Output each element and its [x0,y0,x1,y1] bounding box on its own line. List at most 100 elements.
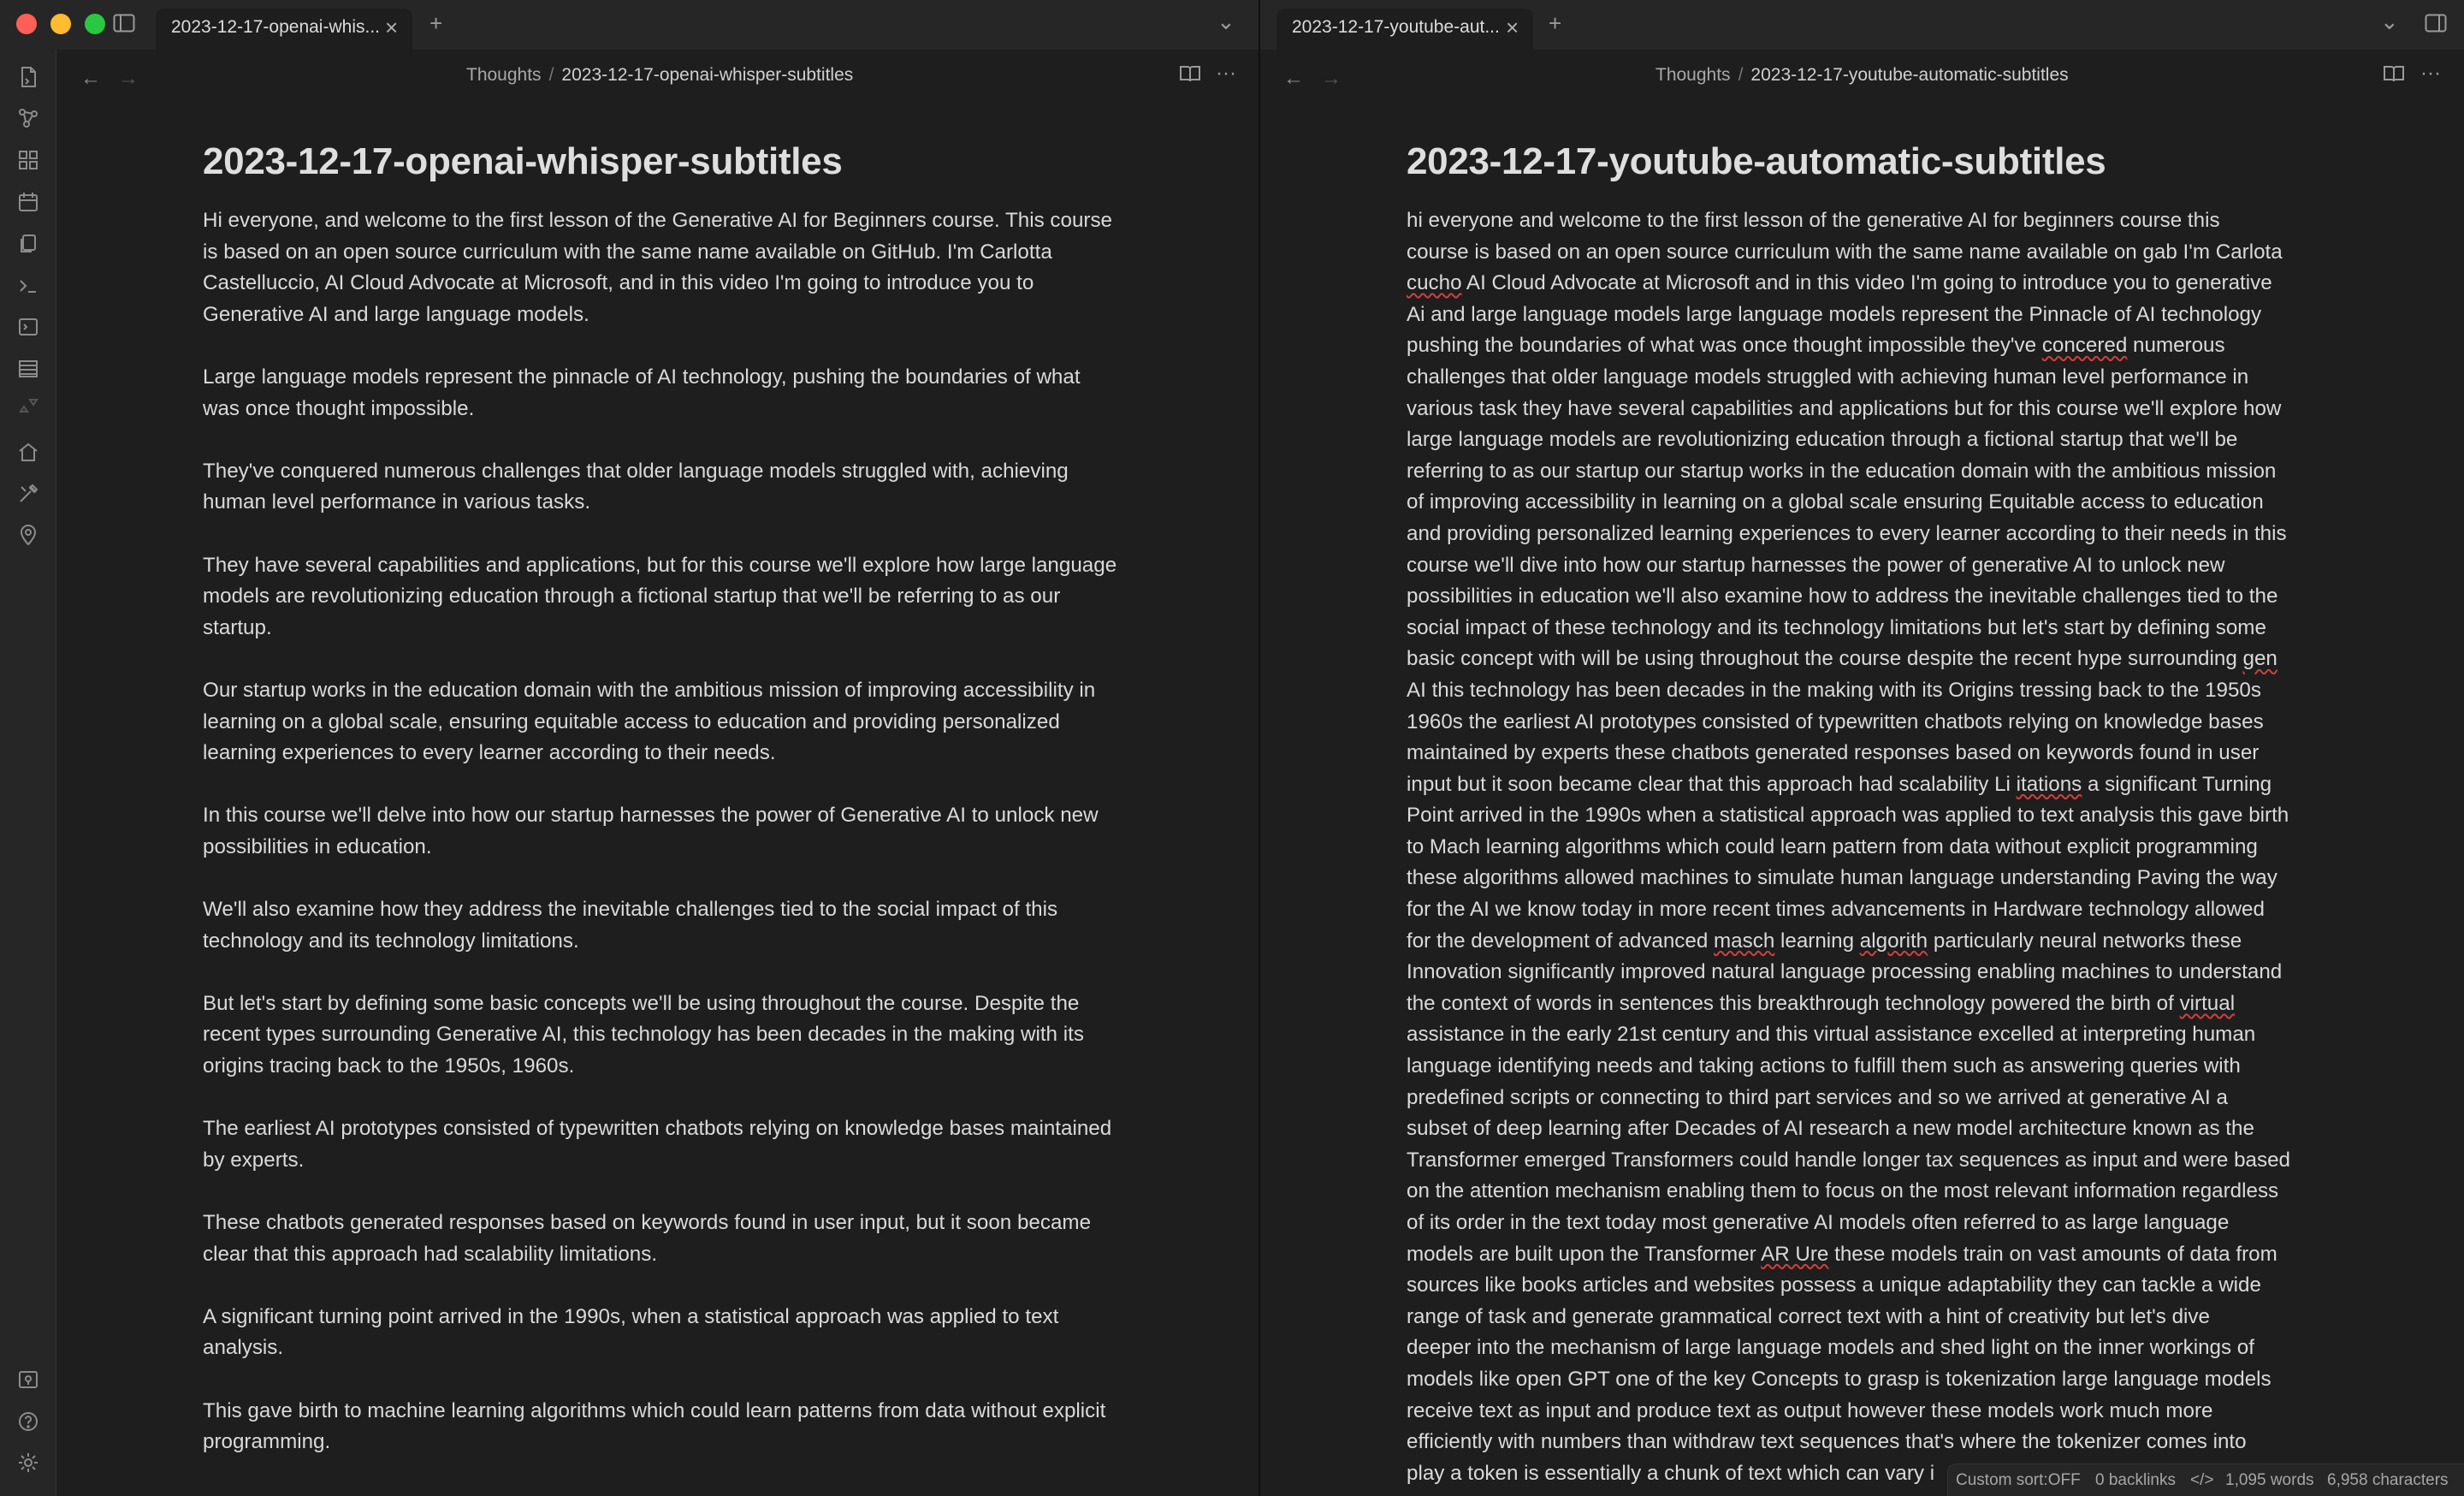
text-segment: language identifying needs and taking ac… [1407,1054,2241,1078]
text-segment: referring to as our startup our startup … [1407,459,2277,483]
text-line: 1960s the earliest AI prototypes consist… [1407,707,2320,739]
custom-sort-status[interactable]: Custom sort:OFF [1956,1471,2081,1490]
text-line: maintained by experts these chatbots gen… [1407,738,2320,769]
editor-pane-right: ← → Thoughts / 2023-12-17-youtube-automati… [1260,50,2464,1496]
command-palette-icon[interactable] [16,315,40,339]
misspelled-word[interactable]: AR Ure [1761,1243,1828,1266]
breadcrumb: Thoughts / 2023-12-17-openai-whisper-subti… [466,65,853,86]
close-tab-icon[interactable]: × [385,15,398,39]
text-line: Ai and large language models large langu… [1407,300,2320,331]
note-title[interactable]: 2023-12-17-youtube-automatic-subtitles [1407,140,2106,183]
note-body[interactable]: hi everyone and welcome to the first les… [1407,205,2320,1489]
text-segment: play a token is essentially a chunk of t… [1407,1461,1935,1485]
tab-openai-whisper[interactable]: 2023-12-17-openai-whis... × [156,9,412,50]
paragraph: But let's start by defining some basic c… [203,991,1084,1078]
text-line: pushing the boundaries of what was once … [1407,330,2320,362]
text-segment: receive text as input and produce text a… [1407,1398,2213,1422]
note-body[interactable]: Hi everyone, and welcome to the first le… [203,205,1118,1489]
tools-icon[interactable] [16,482,40,506]
breadcrumb-folder[interactable]: Thoughts [466,65,542,85]
tab-list-chevron-icon[interactable]: ⌄ [2380,9,2399,34]
forward-arrow-icon[interactable]: → [118,67,139,91]
misspelled-word[interactable]: algorith [1860,929,1928,953]
more-options-icon[interactable]: ··· [1216,62,1236,86]
text-segment: the context of words in sentences this b… [1407,991,2180,1015]
vault-switcher-icon[interactable] [16,1368,40,1392]
text-segment: and providing personalized learning expe… [1407,521,2287,545]
open-quick-switcher-icon[interactable] [16,65,40,89]
text-segment: range of task and generate grammatical c… [1407,1304,2210,1328]
zoom-window-button[interactable] [85,14,105,34]
forward-arrow-icon[interactable]: → [1321,67,1342,91]
paragraph: They have several capabilities and appli… [203,553,1117,639]
minimize-window-button[interactable] [50,14,71,34]
reading-view-book-icon[interactable] [2383,63,2405,90]
text-segment: of its order in the text today most gene… [1407,1211,2230,1234]
tab-title: 2023-12-17-youtube-aut... [1292,17,1500,37]
table-icon[interactable] [16,357,40,381]
text-line: models like open GPT one of the key Conc… [1407,1364,2320,1396]
text-line: course is based on an open source curric… [1407,237,2320,269]
text-segment: input but it soon became clear that this… [1407,772,2017,796]
settings-gear-icon[interactable] [16,1451,40,1475]
text-segment: assistance in the early 21st century and… [1407,1023,2256,1047]
backlinks-count[interactable]: 0 backlinks [2095,1471,2176,1490]
text-segment: numerous [2127,334,2225,358]
text-line: efficiently with numbers than withdraw t… [1407,1427,2320,1458]
paragraph: This gave birth to machine learning algo… [203,1398,1106,1454]
text-segment: large language models are revolutionizin… [1407,428,2238,452]
text-segment: pushing the boundaries of what was once … [1407,334,2042,358]
right-sidebar-toggle-icon[interactable] [2425,12,2447,38]
back-arrow-icon[interactable]: ← [80,67,101,91]
text-line: course we'll dive into how our startup h… [1407,550,2320,582]
text-line: Transformer emerged Transformers could h… [1407,1145,2320,1177]
new-tab-icon[interactable]: + [429,10,442,36]
home-icon[interactable] [16,440,40,464]
tab-list-chevron-icon[interactable]: ⌄ [1217,9,1235,34]
text-line: models are built upon the Transformer AR… [1407,1239,2320,1271]
paragraph: Hi everyone, and welcome to the first le… [203,209,1112,326]
misspelled-word[interactable]: cucho [1407,271,1462,294]
misspelled-word[interactable]: virtual [2180,992,2236,1015]
text-segment: Point arrived in the 1990s when a statis… [1407,804,2289,828]
source-mode-icon[interactable]: </> [2190,1471,2213,1490]
breadcrumb-note[interactable]: 2023-12-17-youtube-automatic-subtitles [1750,65,2068,85]
text-line: various task they have several capabilit… [1407,394,2320,425]
calendar-icon[interactable] [16,190,40,214]
more-options-icon[interactable]: ··· [2420,62,2441,86]
breadcrumb-separator: / [1738,65,1744,85]
breadcrumb: Thoughts / 2023-12-17-youtube-automatic-su… [1656,65,2069,86]
tab-youtube-automatic[interactable]: 2023-12-17-youtube-aut... × [1276,9,1533,50]
note-title[interactable]: 2023-12-17-openai-whisper-subtitles [203,140,843,183]
misspelled-word[interactable]: concered [2042,334,2128,357]
canvas-icon[interactable] [16,148,40,172]
templates-icon[interactable] [16,232,40,256]
sidebar-toggle-icon[interactable] [111,12,137,38]
breadcrumb-note[interactable]: 2023-12-17-openai-whisper-subtitles [561,65,853,85]
paragraph: We'll also examine how they address the … [203,898,1058,953]
misspelled-word[interactable]: gen [2243,647,2277,670]
text-line: language identifying needs and taking ac… [1407,1051,2320,1083]
misspelled-word[interactable]: itations [2017,773,2082,796]
paragraph: The earliest AI prototypes consisted of … [203,1117,1112,1172]
terminal-icon[interactable] [16,274,40,298]
back-arrow-icon[interactable]: ← [1283,67,1304,91]
breadcrumb-separator: / [548,65,554,85]
new-tab-icon[interactable]: + [1549,10,1561,36]
text-segment: social impact of these technology and it… [1407,615,2266,639]
reading-view-book-icon[interactable] [1179,63,1201,90]
help-icon[interactable] [16,1410,40,1434]
text-line: referring to as our startup our startup … [1407,456,2320,488]
close-window-button[interactable] [16,14,37,34]
breadcrumb-folder[interactable]: Thoughts [1656,65,1731,85]
text-line: Innovation significantly improved natura… [1407,957,2320,988]
text-segment: for the development of advanced [1407,929,1715,953]
paragraph: They've conquered numerous challenges th… [203,459,1069,514]
map-pin-icon[interactable] [16,523,40,547]
text-line: basic concept with will be using through… [1407,644,2320,675]
graph-view-icon[interactable] [16,106,40,130]
text-line: these algorithms allowed machines to sim… [1407,863,2320,894]
close-tab-icon[interactable]: × [1506,15,1519,39]
shapes-icon[interactable] [16,395,40,419]
misspelled-word[interactable]: masch [1714,929,1774,953]
